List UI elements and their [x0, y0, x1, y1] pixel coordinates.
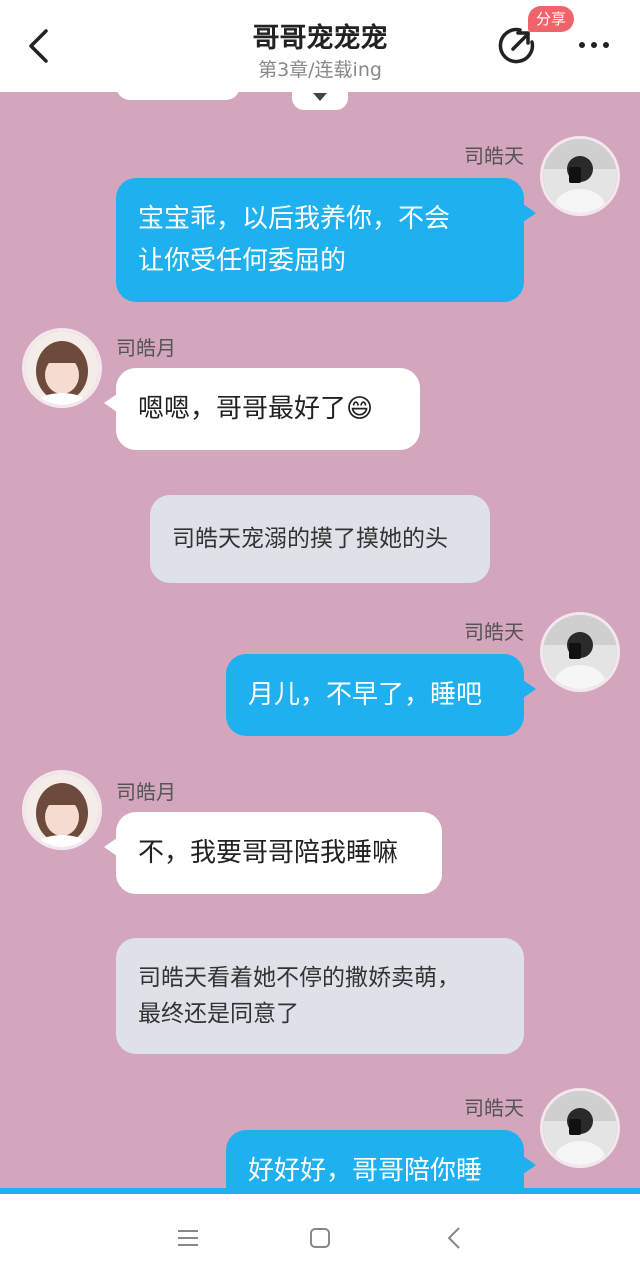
expand-button[interactable] [292, 92, 348, 110]
message-bubble-left[interactable]: 不，我要哥哥陪我睡嘛 [104, 812, 442, 894]
chat-area[interactable]: 司皓天 宝宝乖，以后我养你，不会 让你受任何委屈的 司皓月 嗯嗯，哥哥最好了😄 … [0, 92, 640, 1190]
sender-name: 司皓天 [464, 1096, 524, 1120]
more-dots-icon [579, 42, 585, 48]
menu-icon [178, 1230, 198, 1246]
back-nav-button[interactable] [434, 1218, 474, 1258]
chapter-subtitle: 第3章/连载ing [258, 59, 382, 81]
avatar-brother[interactable] [540, 1088, 620, 1168]
progress-line [0, 1188, 640, 1194]
sender-name: 司皓天 [464, 144, 524, 168]
message-bubble-left[interactable]: 嗯嗯，哥哥最好了😄 [104, 368, 420, 450]
narration-box: 司皓天看着她不停的撒娇卖萌， 最终还是同意了 [116, 938, 524, 1054]
home-square-icon [310, 1228, 330, 1248]
menu-button[interactable] [168, 1218, 208, 1258]
system-nav-bar [0, 1194, 640, 1280]
message-bubble-right[interactable]: 宝宝乖，以后我养你，不会 让你受任何委屈的 [116, 178, 536, 302]
narration-box: 司皓天宠溺的摸了摸她的头 [150, 495, 490, 583]
message-bubble-right[interactable]: 好好好，哥哥陪你睡 [226, 1130, 536, 1190]
avatar-brother[interactable] [540, 136, 620, 216]
more-button[interactable] [572, 30, 616, 60]
avatar-brother[interactable] [540, 612, 620, 692]
sender-name: 司皓月 [116, 336, 176, 360]
home-button[interactable] [300, 1218, 340, 1258]
previous-bubble [116, 92, 240, 100]
back-triangle-icon [448, 1227, 460, 1249]
avatar-sister[interactable] [22, 770, 102, 850]
top-bar: 哥哥宠宠宠 第3章/连载ing 分享 [0, 0, 640, 92]
avatar-sister[interactable] [22, 328, 102, 408]
message-bubble-right[interactable]: 月儿，不早了，睡吧 [226, 654, 536, 736]
sender-name: 司皓月 [116, 780, 176, 804]
share-badge[interactable]: 分享 [528, 6, 575, 32]
caret-down-icon [313, 93, 327, 101]
sender-name: 司皓天 [464, 620, 524, 644]
